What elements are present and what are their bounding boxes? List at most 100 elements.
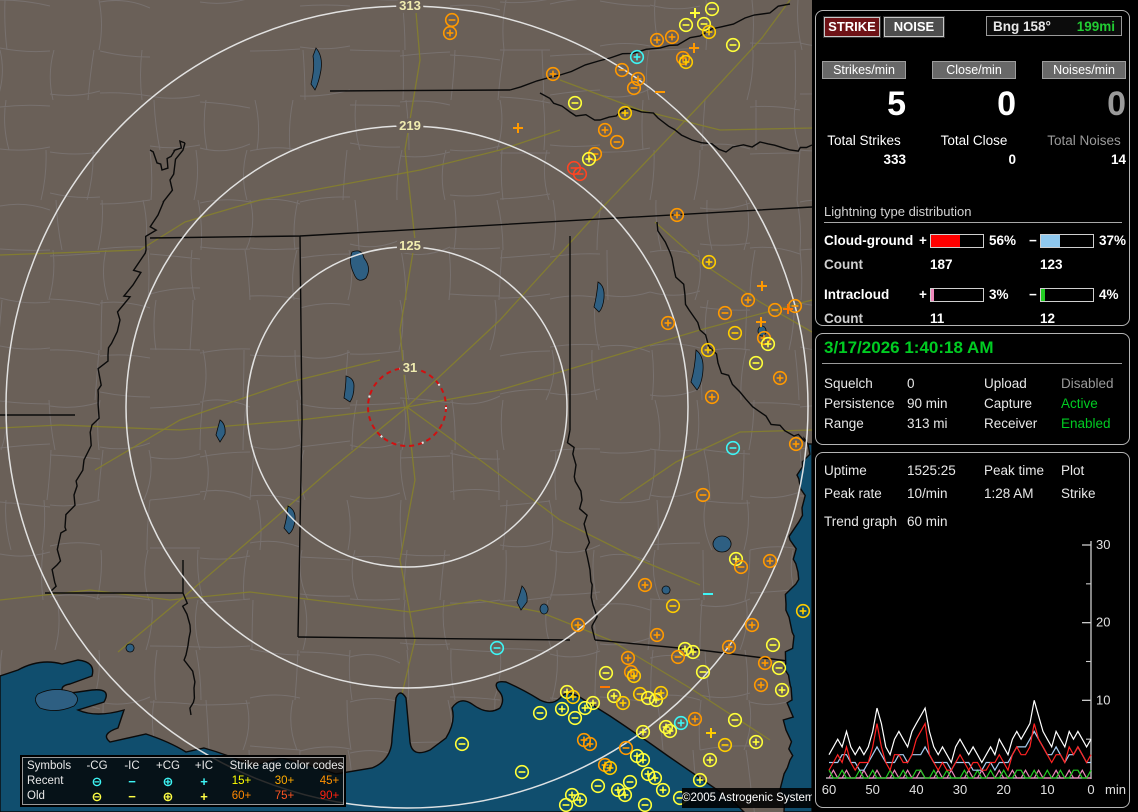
total-close-value: 0 bbox=[1008, 152, 1016, 167]
copyright-text: ©2005 Astrogenic Systems bbox=[682, 788, 820, 808]
total-close-label: Total Close bbox=[940, 133, 1008, 148]
bearing-readout: Bng 158° 199mi bbox=[986, 16, 1122, 36]
intracloud-label: Intracloud bbox=[824, 287, 890, 302]
ic-minus-count: 12 bbox=[1040, 311, 1056, 326]
legend-symbols-label: Symbols bbox=[27, 760, 72, 772]
recent-cg-plus-icon: ⊕ bbox=[162, 774, 174, 789]
close-per-min-label[interactable]: Close/min bbox=[932, 61, 1016, 79]
strike-mode-button[interactable]: STRIKE bbox=[823, 16, 881, 38]
svg-text:40: 40 bbox=[909, 782, 923, 797]
lightning-map[interactable]: 31 125 219 313 Symbols -CG -IC +CG +IC Stri… bbox=[0, 0, 820, 812]
total-strikes-label: Total Strikes bbox=[827, 133, 901, 148]
svg-text:min: min bbox=[1105, 782, 1126, 797]
legend-recent-row: Recent ⊖ − ⊕ + 15+ 30+ 45+ bbox=[27, 774, 343, 789]
recent-ic-minus-icon: − bbox=[128, 774, 136, 789]
legend-recent-label: Recent bbox=[27, 775, 64, 787]
capture-label: Capture bbox=[984, 396, 1033, 411]
persistence-label: Persistence bbox=[824, 396, 895, 411]
minus-sign: − bbox=[1029, 233, 1037, 248]
ic-minus-bar bbox=[1040, 288, 1094, 302]
legend-ic-plus-label: +IC bbox=[194, 760, 214, 772]
old-ic-plus-icon: + bbox=[200, 789, 208, 804]
counters-panel: STRIKE NOISE Bng 158° 199mi Strikes/min … bbox=[815, 10, 1130, 326]
plus-sign: + bbox=[919, 233, 927, 248]
svg-text:60: 60 bbox=[822, 782, 836, 797]
cg-plus-pct: 56% bbox=[989, 233, 1017, 248]
upload-value: Disabled bbox=[1061, 376, 1114, 391]
cg-minus-pct: 37% bbox=[1099, 233, 1127, 248]
close-counter-column: Close/min 0 Total Close 0 bbox=[932, 61, 1016, 167]
legend-old-label: Old bbox=[27, 790, 45, 802]
svg-text:30: 30 bbox=[1096, 537, 1110, 552]
recent-ic-plus-icon: + bbox=[200, 774, 208, 789]
strikes-per-min-value: 5 bbox=[887, 85, 906, 123]
noises-counter-column: Noises/min 0 Total Noises 14 bbox=[1042, 61, 1126, 167]
distribution-title: Lightning type distribution bbox=[824, 204, 1122, 223]
ic-minus-pct: 4% bbox=[1099, 287, 1119, 302]
range-value: 313 mi bbox=[907, 416, 948, 431]
range-label: Range bbox=[824, 416, 864, 431]
intracloud-count-row: Count 11 12 bbox=[824, 311, 1124, 326]
strikes-per-min-label[interactable]: Strikes/min bbox=[822, 61, 906, 79]
strikes-counter-column: Strikes/min 5 Total Strikes 333 bbox=[822, 61, 906, 167]
bearing-value: Bng 158° bbox=[993, 19, 1051, 34]
map-canvas[interactable]: 31 125 219 313 bbox=[0, 0, 812, 812]
nexstorm-app: 31 125 219 313 Symbols -CG -IC +CG +IC Stri… bbox=[0, 0, 1138, 812]
cloud-ground-count-row: Count 187 123 bbox=[824, 257, 1124, 272]
svg-text:10: 10 bbox=[1096, 692, 1110, 707]
status-panel: 3/17/2026 1:40:18 AM Squelch 0 Upload Di… bbox=[815, 333, 1130, 445]
total-strikes-value: 333 bbox=[883, 152, 906, 167]
age-code-60: 60+ bbox=[231, 790, 252, 802]
close-per-min-value: 0 bbox=[997, 85, 1016, 123]
age-code-90: 90+ bbox=[319, 790, 340, 802]
squelch-label: Squelch bbox=[824, 376, 873, 391]
ic-plus-count: 11 bbox=[930, 311, 945, 326]
status-sidebar: STRIKE NOISE Bng 158° 199mi Strikes/min … bbox=[812, 0, 1138, 812]
plus-sign: + bbox=[919, 287, 927, 302]
legend-header-row: Symbols -CG -IC +CG +IC Strike age color… bbox=[27, 759, 343, 774]
cloud-ground-label: Cloud-ground bbox=[824, 233, 914, 248]
trend-chart: 10 20 30 60 50 40 30 20 10 0 min bbox=[822, 537, 1126, 797]
age-code-45: 45+ bbox=[319, 775, 340, 787]
datetime-display: 3/17/2026 1:40:18 AM bbox=[824, 338, 994, 357]
distance-value: 199mi bbox=[1076, 19, 1115, 34]
svg-text:20: 20 bbox=[996, 782, 1010, 797]
legend-cg-plus-label: +CG bbox=[156, 760, 180, 772]
svg-text:50: 50 bbox=[865, 782, 879, 797]
old-cg-plus-icon: ⊕ bbox=[162, 789, 174, 804]
cg-minus-count: 123 bbox=[1040, 257, 1063, 272]
svg-text:219: 219 bbox=[399, 118, 421, 133]
svg-text:10: 10 bbox=[1040, 782, 1054, 797]
old-ic-minus-icon: − bbox=[128, 789, 136, 804]
cg-minus-bar bbox=[1040, 234, 1094, 248]
receiver-label: Receiver bbox=[984, 416, 1038, 431]
symbol-legend: Symbols -CG -IC +CG +IC Strike age color… bbox=[22, 757, 344, 805]
old-cg-minus-icon: ⊖ bbox=[91, 789, 103, 804]
noises-per-min-label[interactable]: Noises/min bbox=[1042, 61, 1126, 79]
legend-age-codes-label: Strike age color codes bbox=[229, 760, 344, 772]
total-noises-value: 14 bbox=[1110, 152, 1126, 167]
legend-ic-minus-label: -IC bbox=[124, 760, 140, 772]
receiver-value: Enabled bbox=[1061, 416, 1111, 431]
cloud-ground-row: Cloud-ground + 56% − 37% bbox=[824, 233, 1127, 248]
svg-text:20: 20 bbox=[1096, 615, 1110, 630]
noises-per-min-value: 0 bbox=[1107, 85, 1126, 123]
count-label: Count bbox=[824, 257, 863, 272]
squelch-value: 0 bbox=[907, 376, 915, 391]
legend-cg-minus-label: -CG bbox=[86, 760, 108, 772]
session-panel: Uptime 1525:25 Peak time Plot Peak rate … bbox=[815, 452, 1130, 808]
upload-label: Upload bbox=[984, 376, 1027, 391]
noise-mode-button[interactable]: NOISE bbox=[883, 16, 945, 38]
persistence-value: 90 min bbox=[907, 396, 948, 411]
svg-text:313: 313 bbox=[399, 0, 421, 13]
age-code-15: 15+ bbox=[231, 775, 252, 787]
svg-text:0: 0 bbox=[1087, 782, 1094, 797]
count-label: Count bbox=[824, 311, 863, 326]
svg-text:31: 31 bbox=[403, 360, 417, 375]
legend-old-row: Old ⊖ − ⊕ + 60+ 75+ 90+ bbox=[27, 789, 343, 804]
ic-plus-pct: 3% bbox=[989, 287, 1009, 302]
recent-cg-minus-icon: ⊖ bbox=[91, 774, 103, 789]
svg-text:125: 125 bbox=[399, 238, 421, 253]
separator bbox=[822, 363, 1122, 364]
ic-plus-bar bbox=[930, 288, 984, 302]
